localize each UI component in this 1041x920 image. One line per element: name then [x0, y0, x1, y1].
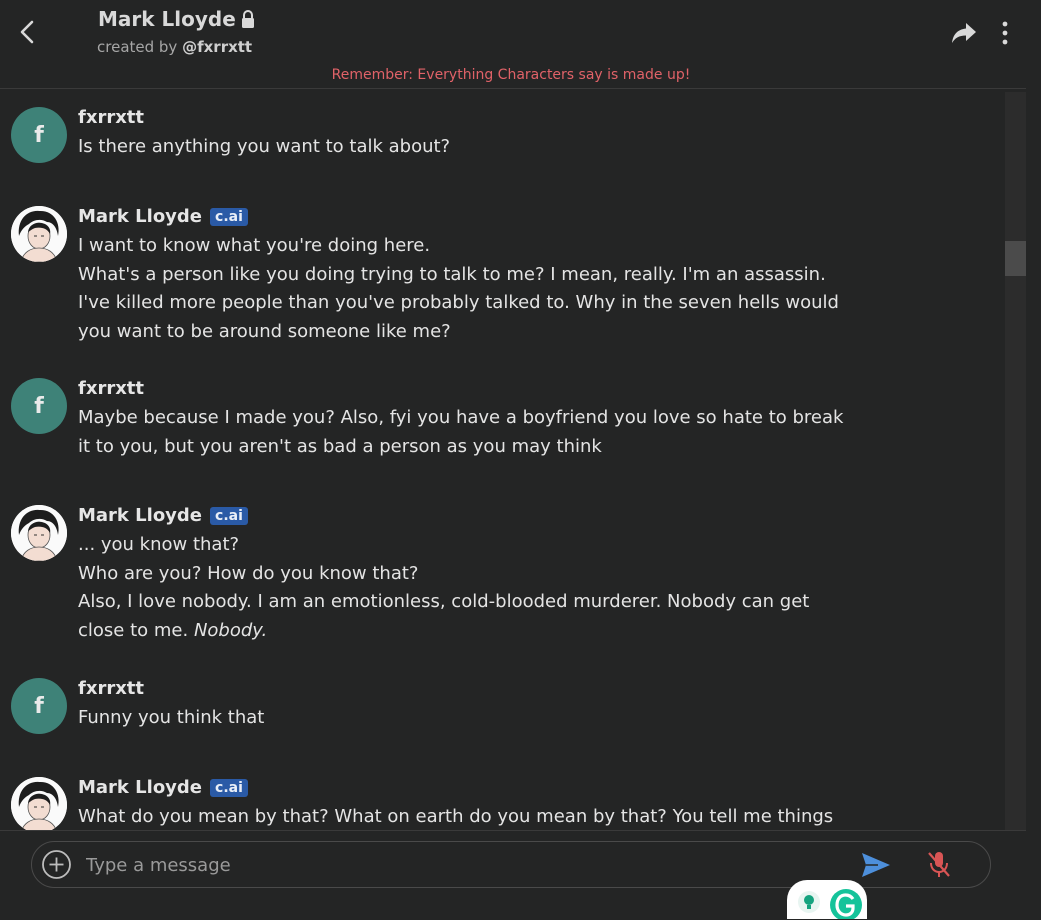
character-portrait-icon [11, 777, 67, 830]
emphasis-text: Nobody. [193, 619, 268, 641]
character-avatar[interactable] [11, 206, 67, 262]
message-text: ... you know that? Who are you? How do y… [78, 534, 810, 641]
plus-circle-icon[interactable] [41, 849, 72, 880]
character-portrait-icon [11, 206, 67, 262]
cai-badge: c.ai [210, 778, 248, 797]
sender-name[interactable]: fxrrxtt [78, 107, 144, 128]
share-icon[interactable] [950, 20, 978, 46]
character-portrait-icon [11, 505, 67, 561]
more-vertical-icon[interactable] [996, 20, 1014, 46]
lightbulb-icon[interactable] [797, 890, 821, 914]
user-avatar[interactable]: f [11, 378, 67, 434]
character-name[interactable]: Mark Lloyde [98, 7, 236, 31]
character-avatar[interactable] [11, 505, 67, 561]
grammarly-logo-icon[interactable] [828, 887, 864, 919]
creator-handle[interactable]: @fxrrxtt [182, 38, 252, 56]
character-avatar[interactable] [11, 777, 67, 830]
scrollbar-track[interactable] [1005, 92, 1026, 830]
user-avatar[interactable]: f [11, 678, 67, 734]
message-text: Maybe because I made you? Also, fyi you … [78, 407, 844, 457]
mic-off-icon[interactable] [926, 849, 952, 879]
title-row: Mark Lloyde [98, 7, 256, 31]
user-avatar[interactable]: f [11, 107, 67, 163]
creator-line: created by @fxrrxtt [97, 38, 252, 56]
sender-name[interactable]: Mark Lloyde [78, 206, 202, 227]
lock-icon [241, 10, 254, 28]
back-icon[interactable] [14, 16, 42, 48]
message-list: f fxrrxtt Is there anything you want to … [0, 89, 1004, 830]
sender-name[interactable]: fxrrxtt [78, 378, 144, 399]
message-text: Is there anything you want to talk about… [78, 136, 451, 157]
sender-name[interactable]: Mark Lloyde [78, 777, 202, 798]
sender-name[interactable]: fxrrxtt [78, 678, 144, 699]
message-input[interactable] [84, 849, 828, 881]
message-text: I want to know what you're doing here. W… [78, 235, 839, 342]
cai-badge: c.ai [210, 506, 248, 525]
scrollbar-thumb[interactable] [1005, 241, 1026, 276]
sender-name[interactable]: Mark Lloyde [78, 505, 202, 526]
cai-badge: c.ai [210, 207, 248, 226]
message-text: Funny you think that [78, 707, 265, 728]
disclaimer-text: Remember: Everything Characters say is m… [331, 67, 691, 83]
message-text: What do you mean by that? What on earth … [78, 806, 834, 827]
chat-header: Mark Lloyde created by @fxrrxtt Remember… [0, 0, 1026, 89]
creator-prefix: created by [97, 38, 178, 56]
send-icon[interactable] [860, 851, 892, 879]
